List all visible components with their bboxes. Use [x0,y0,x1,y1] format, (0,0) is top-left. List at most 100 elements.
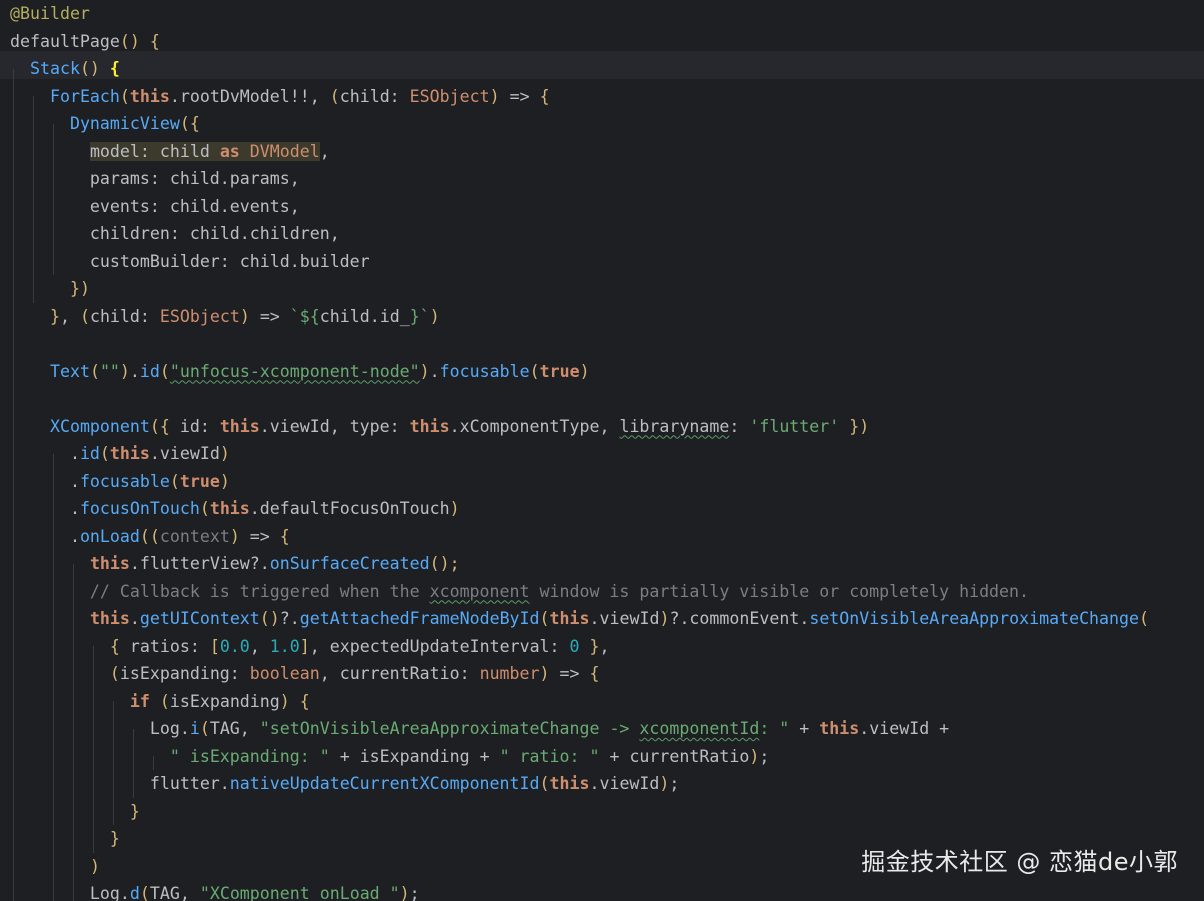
code-token: number [479,664,540,683]
code-token: ESObject [159,306,240,326]
code-token: ( [199,719,210,738]
code-token: ?.commonEvent. [669,609,810,628]
code-line[interactable]: .focusOnTouch(this.defaultFocusOnTouch) [10,495,460,523]
code-token: setOnVisibleAreaApproximateChange [809,609,1140,628]
code-token: XComponent [49,416,150,436]
code-token: model: child [89,141,220,161]
code-line[interactable]: params: child.params, [10,165,300,193]
code-line[interactable]: DynamicView({ [10,110,200,138]
code-token: id [139,361,160,381]
code-token: @Builder [10,4,90,23]
code-token: () [79,59,100,78]
code-line[interactable]: (isExpanding: boolean, currentRatio: num… [10,660,600,688]
code-token: ( [329,86,340,106]
code-token: this [89,609,130,628]
code-token: "XComponent onLoad " [199,884,400,901]
code-token: getAttachedFrameNodeById [299,609,540,628]
code-token: ] [299,636,310,656]
code-line[interactable]: Stack() { [10,55,120,83]
code-line[interactable]: } [10,825,120,853]
code-line[interactable]: " isExpanding: " + isExpanding + " ratio… [10,743,769,771]
code-line[interactable]: }) [10,275,90,303]
code-token: libraryname [619,416,730,436]
code-line[interactable]: model: child as DVModel, [10,138,330,166]
code-line[interactable]: ForEach(this.rootDvModel!!, (child: ESOb… [10,83,550,111]
code-token: children: child.children, [10,224,340,243]
code-line[interactable]: .focusable(true) [10,468,230,496]
code-token: ( [99,444,110,463]
code-token: .xComponentType, [449,416,620,436]
code-token: [ [209,636,220,656]
code-line[interactable]: @Builder [10,0,90,28]
code-token: this [819,719,860,738]
code-token: onSurfaceCreated [269,554,430,573]
code-line[interactable]: { ratios: [0.0, 1.0], expectedUpdateInte… [10,633,610,661]
code-token: DynamicView [69,114,180,133]
code-token: ) [219,471,230,491]
code-token: "setOnVisibleAreaApproximateChange -> [259,719,640,738]
code-line[interactable]: defaultPage() { [10,28,160,56]
code-token: , [599,636,610,656]
code-token: { [149,31,160,51]
code-line[interactable]: children: child.children, [10,220,340,248]
code-line[interactable]: }, (child: ESObject) => `${child.id_}`) [10,303,440,331]
code-token: params: child.params, [10,169,300,188]
code-token: true [539,361,580,381]
code-line[interactable]: .id(this.viewId) [10,440,230,468]
code-token: " ratio: " [499,746,600,766]
code-line[interactable]: // Callback is triggered when the xcompo… [10,578,1029,606]
code-token: Stack [29,59,80,78]
code-line[interactable]: } [10,798,140,826]
code-token: ) [229,526,240,546]
code-token: 0.0 [219,636,250,656]
code-line[interactable]: .onLoad((context) => { [10,523,290,551]
code-token: .viewId + [859,719,950,738]
code-line[interactable]: XComponent({ id: this.viewId, type: this… [10,413,869,441]
code-token: ({ [179,114,200,133]
code-line[interactable]: this.getUIContext()?.getAttachedFrameNod… [10,605,1149,633]
code-line[interactable]: if (isExpanding) { [10,688,310,716]
code-token: , expectedUpdateInterval: [309,636,570,656]
code-token: xcomponentId [639,719,760,738]
code-editor[interactable]: @Builder defaultPage() { Stack() { ForEac… [0,0,1204,901]
code-token: } [129,801,140,821]
code-line[interactable]: flutter.nativeUpdateCurrentXComponentId(… [10,770,680,798]
code-token: if [129,691,150,711]
code-token: , currentRatio: [319,664,480,683]
code-token: .rootDvModel!!, [169,86,330,106]
code-token: "unfocus-xcomponent-node" [169,361,420,381]
code-token: child: [339,86,410,106]
code-token: .defaultFocusOnTouch [249,499,450,518]
code-line[interactable]: events: child.events, [10,193,300,221]
code-line[interactable]: ) [10,853,100,881]
code-line[interactable]: Log.d(TAG, "XComponent onLoad "); [10,880,420,901]
code-line[interactable]: Log.i(TAG, "setOnVisibleAreaApproximateC… [10,715,949,743]
code-token: . [10,499,80,518]
code-token: ( [109,664,120,683]
code-token: focusable [439,361,530,381]
code-token: defaultPage [10,31,120,51]
code-token: ( [539,774,550,793]
code-token: ( [139,884,150,901]
code-token: ; [409,884,420,901]
code-token: ) [239,306,250,326]
code-token: + isExpanding + [329,746,500,766]
code-line[interactable]: Text("").id("unfocus-xcomponent-node").f… [10,358,590,386]
code-line[interactable]: this.flutterView?.onSurfaceCreated(); [10,550,460,578]
code-token: this [219,416,260,436]
code-token: flutter. [10,774,230,793]
code-token: isExpanding [169,691,280,711]
code-token: ) [449,499,460,518]
code-token: ( [529,361,540,381]
code-token: 'flutter' [749,416,840,436]
code-line[interactable]: customBuilder: child.builder [10,248,370,276]
code-token: } [589,636,600,656]
code-token: this [549,609,590,628]
